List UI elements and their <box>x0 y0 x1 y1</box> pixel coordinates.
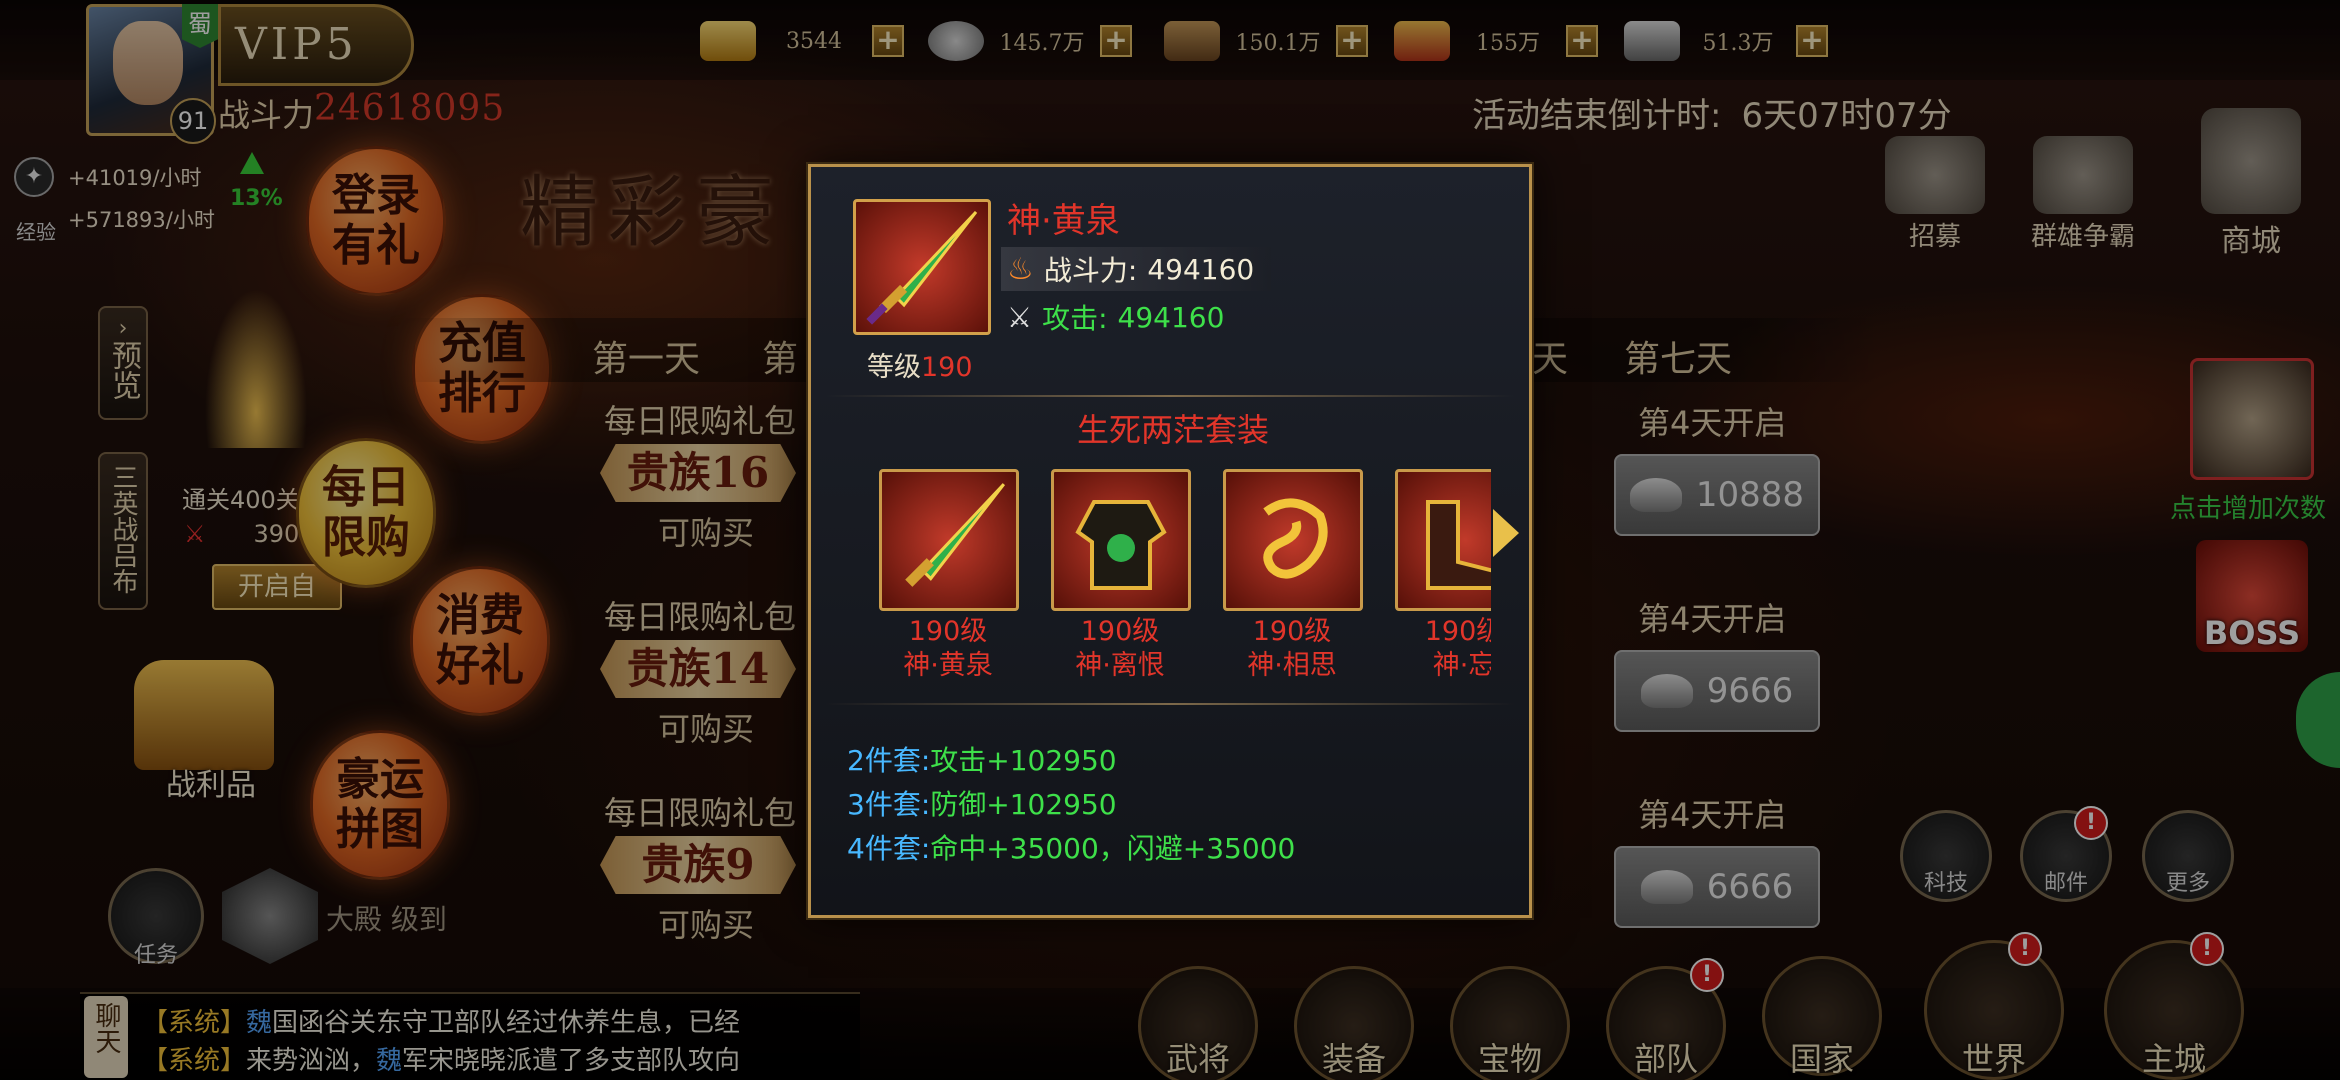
set-item-name: 神·忘 <box>1432 650 1491 681</box>
set-item-caption: 190级 神·忘 <box>1379 615 1491 683</box>
attack-label: 攻击: <box>1042 302 1108 335</box>
set-item-caption: 190级 神·黄泉 <box>863 615 1033 683</box>
set-bonus-row: 2件套:攻击+102950 <box>847 739 1117 779</box>
item-tooltip-popup[interactable]: 神·黄泉 ♨ 战斗力: 494160 ⚔ 攻击: 494160 等级190 生死… <box>808 164 1532 918</box>
set-title: 生死两茫套装 <box>1076 411 1269 449</box>
set-item-slot[interactable] <box>1051 469 1191 611</box>
item-power-row: ♨ 战斗力: 494160 <box>1001 247 1271 291</box>
dagger-icon <box>905 483 1006 587</box>
item-icon-frame <box>853 199 991 335</box>
set-item-name: 神·黄泉 <box>903 650 993 681</box>
chevron-right-icon[interactable] <box>1493 509 1519 557</box>
divider <box>825 395 1515 397</box>
set-item-level: 190级 <box>1424 616 1491 647</box>
item-attack-row: ⚔ 攻击: 494160 <box>1001 295 1271 339</box>
set-bonus-key: 2件套: <box>847 744 931 777</box>
set-item-slot[interactable] <box>1395 469 1491 611</box>
set-item-caption: 190级 神·离恨 <box>1035 615 1205 683</box>
set-item-name: 神·离恨 <box>1075 650 1165 681</box>
boots-icon <box>1426 500 1491 590</box>
set-bonus-value: 防御+102950 <box>930 788 1117 821</box>
crossed-swords-icon: ⚔ <box>1007 300 1033 334</box>
item-name: 神·黄泉 <box>1007 201 1120 241</box>
dagger-icon <box>866 210 978 325</box>
set-bonus-key: 4件套: <box>847 832 931 865</box>
set-item-name: 神·相思 <box>1247 650 1337 681</box>
set-item-slot[interactable] <box>1223 469 1363 611</box>
armor-icon <box>1075 500 1167 590</box>
set-item-level: 190级 <box>1252 616 1332 647</box>
set-bonus-value: 攻击+102950 <box>930 744 1117 777</box>
set-item-level: 190级 <box>908 616 988 647</box>
power-label: 战斗力: <box>1043 254 1138 287</box>
attack-value: 494160 <box>1117 300 1225 334</box>
set-bonus-row: 3件套:防御+102950 <box>847 783 1117 823</box>
set-items-strip[interactable]: 190级 神·黄泉 190级 神·离恨 190级 神·相思 190级 神·忘 <box>861 467 1491 693</box>
amulet-icon <box>1263 498 1328 579</box>
set-bonus-row: 4件套:命中+35000，闪避+35000 <box>847 827 1295 867</box>
level-value: 190 <box>921 352 973 383</box>
set-bonus-key: 3件套: <box>847 788 931 821</box>
set-item-caption: 190级 神·相思 <box>1207 615 1377 683</box>
set-bonus-value: 命中+35000，闪避+35000 <box>930 832 1296 865</box>
power-value: 494160 <box>1147 252 1255 286</box>
divider <box>825 703 1515 705</box>
set-item-slot[interactable] <box>879 469 1019 611</box>
level-label: 等级 <box>867 352 921 383</box>
set-item-level: 190级 <box>1080 616 1160 647</box>
item-level: 等级190 <box>867 345 973 384</box>
flame-icon: ♨ <box>1007 251 1034 287</box>
